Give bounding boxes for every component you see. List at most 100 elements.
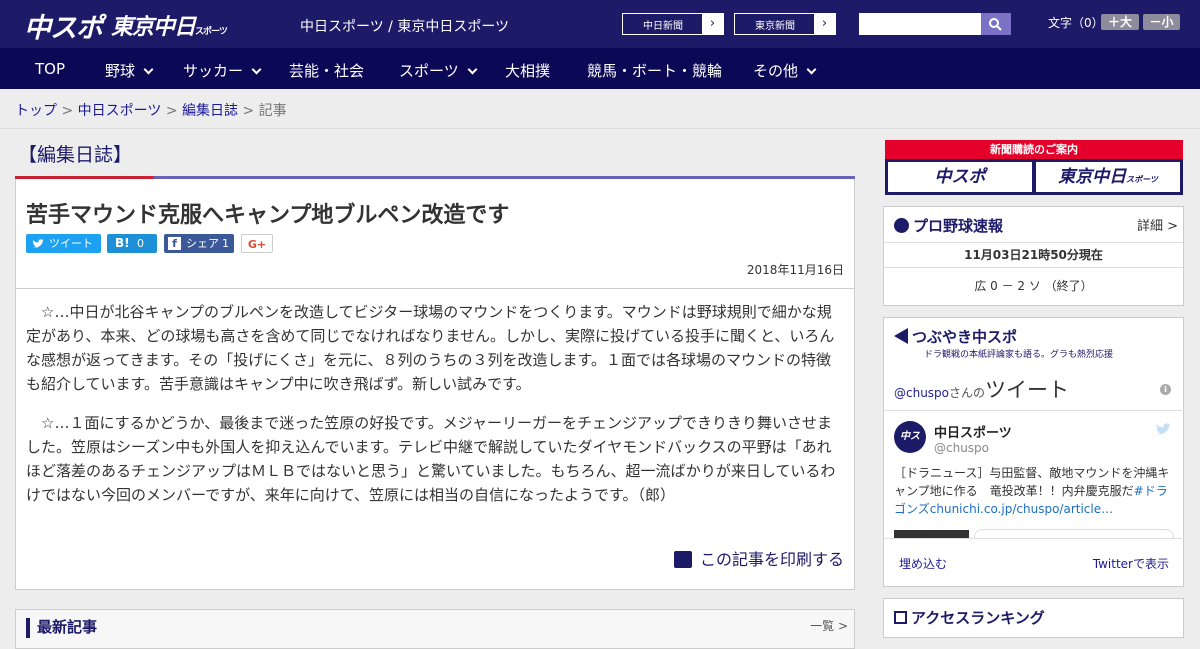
google-plus-icon: G+: [247, 238, 267, 251]
search-box: [859, 13, 1011, 35]
nav-baseball-label: 野球: [105, 62, 136, 80]
article-paragraph-2: ☆…１面にするかどうか、最後まで迷った笠原の好投です。メジャーリーガーをチェンジ…: [26, 414, 836, 504]
twitter-bird-icon: [32, 239, 44, 248]
twitter-handle-link[interactable]: @chuspo: [894, 386, 949, 400]
nav-entertainment[interactable]: 芸能・社会: [289, 60, 364, 81]
facebook-icon: f: [168, 237, 181, 250]
chevron-down-icon: [143, 64, 154, 75]
site-title: 中日スポーツ / 東京中日スポーツ: [300, 19, 510, 35]
nav-sumo-label: 大相撲: [505, 62, 551, 80]
article-paragraph-1: ☆…中日が北谷キャンプのブルペンを改造してビジター球場のマウンドをつくります。マ…: [26, 303, 835, 393]
twitter-box-title: つぶやき中スポ: [912, 328, 1018, 346]
article-top-accent: [15, 176, 154, 179]
tweet-image-preview[interactable]: [894, 530, 969, 538]
baseball-score-line[interactable]: 広 0 － 2 ソ （終了）: [884, 277, 1183, 294]
breadcrumb-nisshi[interactable]: 編集日誌: [182, 103, 238, 119]
chunichi-shimbun-button[interactable]: 中日新聞 ›: [622, 13, 724, 35]
chevron-down-icon: [251, 64, 262, 75]
tokyo-shimbun-label: 東京新聞: [755, 21, 795, 32]
search-icon: [989, 18, 1002, 31]
tweet-user-handle[interactable]: @chuspo: [934, 441, 989, 455]
tweet-button[interactable]: ツイート: [26, 234, 101, 253]
article-date: 2018年11月16日: [746, 263, 844, 277]
ranking-chart-icon: [894, 611, 907, 624]
nav-sumo[interactable]: 大相撲: [505, 60, 550, 81]
twitter-box-header: つぶやき中スポ: [894, 326, 1017, 347]
breadcrumb-separator: >: [57, 103, 78, 119]
breadcrumb-top[interactable]: トップ: [15, 103, 57, 119]
breadcrumb-chuspo[interactable]: 中日スポーツ: [78, 103, 162, 119]
megaphone-icon: [894, 328, 908, 344]
main-nav: TOP 野球 サッカー 芸能・社会 スポーツ 大相撲 競馬・ボート・競輪 その他: [0, 48, 1200, 89]
latest-more-link[interactable]: 一覧 >: [810, 617, 848, 634]
avatar[interactable]: 中ス: [894, 421, 926, 453]
nav-sports[interactable]: スポーツ: [399, 60, 478, 81]
baseball-detail-link[interactable]: 詳細 >: [1137, 215, 1178, 234]
chevron-right-icon: ›: [702, 14, 723, 34]
tweet-card-preview[interactable]: [974, 529, 1174, 538]
hatena-button[interactable]: B! 0: [107, 234, 157, 253]
tokyo-shimbun-button[interactable]: 東京新聞 ›: [734, 13, 836, 35]
section-title: 【編集日誌】: [18, 144, 133, 166]
latest-accent-bar: [26, 618, 30, 638]
nav-soccer-label: サッカー: [183, 62, 244, 80]
baseball-score-title: プロ野球速報: [913, 217, 1004, 235]
subscription-banner[interactable]: 新聞購読のご案内 中スポ 東京中日スポーツ: [885, 140, 1183, 195]
facebook-count: 1: [222, 237, 229, 250]
view-on-twitter-link[interactable]: Twitterで表示: [1093, 555, 1169, 572]
ranking-header: アクセスランキング: [894, 607, 1045, 628]
search-button[interactable]: [981, 13, 1011, 35]
tokyo-chunichi-logo[interactable]: 東京中日スポーツ: [111, 9, 228, 41]
print-label: この記事を印刷する: [699, 550, 844, 569]
info-icon[interactable]: i: [1160, 384, 1171, 395]
tweet-body: ［ドラニュース］与田監督、敵地マウンドを沖縄キャンプ地に作る 竜投改革！！内弁慶…: [894, 466, 1170, 498]
divider: [0, 128, 1200, 129]
divider: [884, 410, 1182, 411]
nav-top-label: TOP: [35, 60, 66, 78]
breadcrumb-current: 記事: [258, 103, 287, 119]
tweet-text: ［ドラニュース］与田監督、敵地マウンドを沖縄キャンプ地に作る 竜投改革！！内弁慶…: [894, 464, 1174, 518]
breadcrumb-separator: >: [161, 103, 183, 119]
latest-articles: 最新記事 一覧 >: [15, 609, 855, 649]
twitter-bird-icon: [1155, 423, 1171, 435]
print-article-link[interactable]: この記事を印刷する: [673, 546, 844, 570]
twitter-tweets-label: ツイート: [985, 378, 1070, 402]
breadcrumb-separator: >: [238, 103, 259, 119]
tokyo-chunichi-banner[interactable]: 東京中日スポーツ: [1036, 162, 1180, 192]
twitter-handle-suffix: さんの: [949, 386, 986, 400]
font-bigger-button[interactable]: ＋大: [1101, 14, 1139, 30]
subscription-banner-title: 新聞購読のご案内: [885, 140, 1183, 159]
nav-other-label: その他: [753, 62, 799, 80]
nav-top[interactable]: TOP: [35, 60, 65, 78]
search-input[interactable]: [859, 13, 981, 35]
chunichi-shimbun-label: 中日新聞: [643, 21, 683, 32]
divider: [884, 538, 1182, 539]
chevron-right-icon: ›: [814, 14, 835, 34]
nav-keiba-label: 競馬・ボート・競輪: [587, 62, 723, 80]
article-divider: [16, 288, 854, 289]
tokyo-banner-sub: スポーツ: [1126, 175, 1158, 184]
tokyo-logo-sub: スポーツ: [195, 27, 228, 37]
hatena-b-icon: B!: [115, 236, 130, 250]
tweet-user-name[interactable]: 中日スポーツ: [934, 422, 1012, 441]
tokyo-logo-text: 東京中日: [111, 15, 196, 40]
baseball-update-time: 11月03日21時50分現在: [884, 242, 1183, 268]
nav-baseball[interactable]: 野球: [105, 60, 154, 81]
latest-title: 最新記事: [37, 618, 98, 636]
hatena-count: 0: [137, 237, 144, 250]
header: 中スポ 東京中日スポーツ 中日スポーツ / 東京中日スポーツ 中日新聞 › 東京…: [0, 0, 1200, 48]
font-smaller-button[interactable]: －小: [1143, 14, 1180, 30]
nav-other[interactable]: その他: [753, 60, 817, 81]
chuspo-logo[interactable]: 中スポ: [24, 6, 103, 45]
twitter-timeline-title: @chuspoさんのツイート: [894, 374, 1069, 404]
facebook-share-button[interactable]: f シェア 1: [164, 234, 234, 253]
twitter-embed-link[interactable]: 埋め込む: [899, 555, 947, 572]
google-plus-button[interactable]: G+: [241, 234, 273, 253]
nav-keiba[interactable]: 競馬・ボート・競輪: [587, 60, 722, 81]
font-size-label: 文字（0）: [1048, 16, 1104, 30]
twitter-box: つぶやき中スポ ドラ観戦の本紙評論家も語る。グラも熱烈応援 @chuspoさんの…: [883, 317, 1184, 587]
tokyo-banner-text: 東京中日: [1058, 167, 1127, 187]
breadcrumb: トップ > 中日スポーツ > 編集日誌 > 記事: [15, 100, 287, 120]
chuspo-banner[interactable]: 中スポ: [888, 162, 1032, 192]
nav-soccer[interactable]: サッカー: [183, 60, 262, 81]
